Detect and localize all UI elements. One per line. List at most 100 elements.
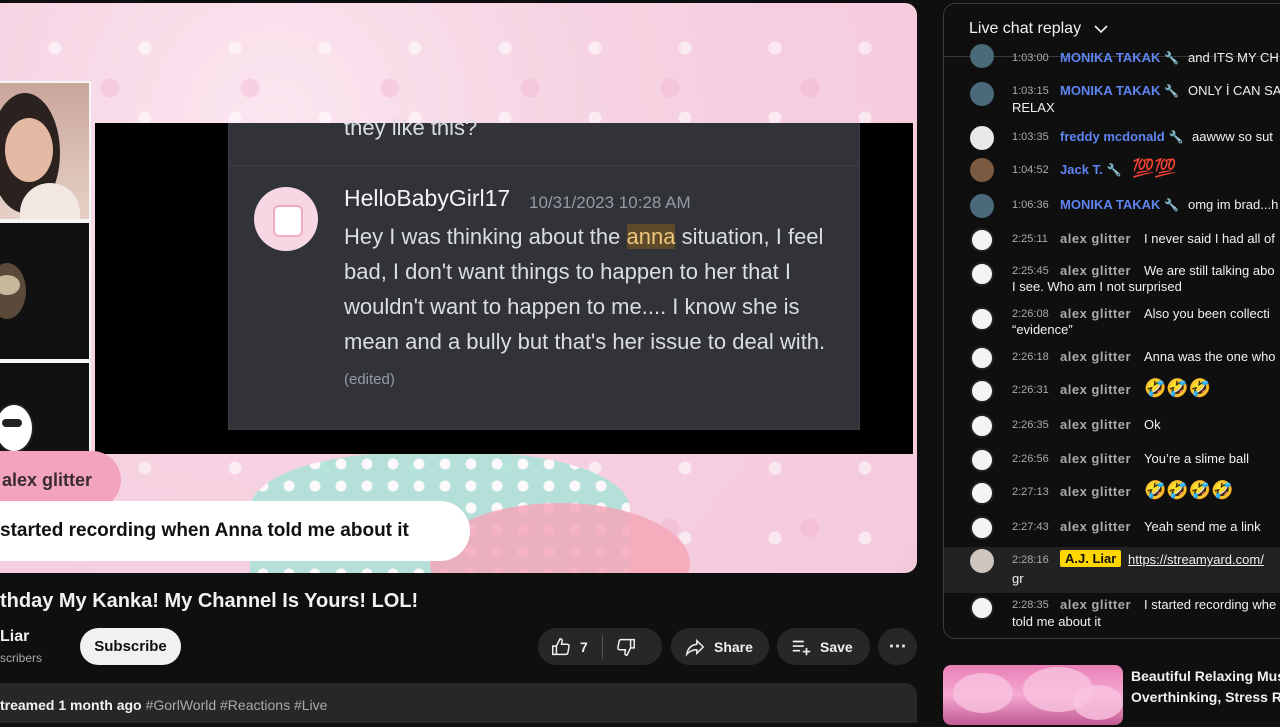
message-time: 2:26:18 [1012,351,1049,363]
author-name[interactable]: Jack T. 🔧 [1060,162,1122,177]
message-text: aawww so sut [1192,129,1273,144]
dislike-button[interactable] [603,636,637,658]
message-emoji: 🤣🤣🤣🤣 [1144,480,1234,500]
author-name[interactable]: alex glitter [1060,349,1131,364]
chat-message: 2:26:56 alex glitter You’re a slime ball [944,448,1280,472]
message-text: We are still talking abo [1144,263,1275,278]
message-text: ONLY İ CAN SA [1188,83,1280,98]
share-button[interactable]: Share [671,628,769,665]
author-name[interactable]: alex glitter [1060,484,1131,499]
message-time: 1:03:00 [1012,52,1049,64]
avatar [970,44,994,68]
owner-badge[interactable]: A.J. Liar [1060,550,1122,567]
author-name[interactable]: alex glitter [1060,519,1131,534]
message-text-continued: told me about it [1012,614,1101,629]
message-text-continued: I see. Who am I not surprised [1012,279,1182,294]
discord-username: HelloBabyGirl17 [344,185,511,211]
chat-message: 2:26:31 alex glitter 🤣🤣🤣 [944,378,1280,404]
author-name[interactable]: alex glitter [1060,451,1131,466]
wrench-icon: 🔧 [1164,198,1180,212]
message-time: 2:28:16 [1012,554,1049,566]
message-text: You’re a slime ball [1144,451,1250,466]
previous-message-text: they like this? [344,115,478,140]
author-name[interactable]: alex glitter [1060,263,1131,278]
message-time: 1:03:15 [1012,85,1049,97]
chat-message: 2:26:18 alex glitter Anna was the one wh… [944,346,1280,370]
avatar [970,126,994,150]
message-text: Anna was the one who [1144,349,1276,364]
thumbs-down-icon [616,638,635,656]
avatar [970,194,994,218]
chat-message: 2:26:35 alex glitter Ok [944,414,1280,438]
message-text: and ITS MY CH [1188,50,1279,65]
chat-message: 1:06:36 MONIKA TAKAK 🔧 omg im brad...h [944,194,1280,218]
more-actions-button[interactable]: ⋯ [878,628,917,665]
chat-message: 2:27:43 alex glitter Yeah send me a link [944,516,1280,540]
author-name[interactable]: alex glitter [1060,417,1131,432]
avatar [970,448,994,472]
message-link[interactable]: https://streamyard.com/ [1128,552,1264,567]
webcam-column [0,81,91,501]
author-name[interactable]: MONIKA TAKAK 🔧 [1060,197,1179,212]
hashtags[interactable]: #GorlWorld #Reactions #Live [146,697,328,713]
channel-name[interactable]: Liar [0,628,29,646]
chat-message: 1:03:00 MONIKA TAKAK 🔧 and ITS MY CH [944,44,1280,68]
chevron-down-icon[interactable] [1094,24,1108,34]
author-name[interactable]: alex glitter [1060,382,1131,397]
message-text-continued: gr [1012,571,1024,586]
author-name[interactable]: alex glitter [1060,306,1131,321]
subscribe-button[interactable]: Subscribe [80,628,181,665]
like-button[interactable]: 7 [538,628,588,665]
avatar [970,158,994,182]
avatar [970,414,994,438]
author-name[interactable]: MONIKA TAKAK 🔧 [1060,50,1179,65]
subscriber-count: scribers [0,651,43,665]
chat-mode-dropdown[interactable]: Live chat replay [969,20,1081,38]
message-time: 1:04:52 [1012,164,1049,176]
message-text-continued: RELAX [1012,100,1055,115]
like-count: 7 [580,638,588,655]
wrench-icon: 🔧 [1164,84,1180,98]
like-dislike-group: 7 [538,628,662,665]
avatar [970,516,994,540]
wrench-icon: 🔧 [1164,51,1180,65]
message-text: Yeah send me a link [1144,519,1261,534]
wrench-icon: 🔧 [1106,163,1122,177]
message-time: 1:06:36 [1012,199,1049,211]
webcam-guest-1 [0,221,91,361]
author-name[interactable]: alex glitter [1060,597,1131,612]
save-label: Save [820,638,853,655]
avatar [970,481,994,505]
avatar [970,379,994,403]
suggested-video-thumbnail[interactable] [943,665,1123,725]
thumbs-up-icon [552,637,570,655]
save-playlist-icon [792,640,811,655]
message-text: I never said I had all of [1144,231,1275,246]
message-time: 2:28:35 [1012,599,1049,611]
message-text: Ok [1144,417,1161,432]
stream-caption-banner: started recording when Anna told me abou… [0,501,470,561]
suggested-video-title[interactable]: Beautiful Relaxing Mus Overthinking, Str… [1131,666,1280,708]
chat-message: 2:25:11 alex glitter I never said I had … [944,228,1280,252]
webcam-host [0,81,91,221]
chat-message: 2:27:13 alex glitter 🤣🤣🤣🤣 [944,480,1280,506]
author-name[interactable]: freddy mcdonald 🔧 [1060,129,1184,144]
highlighted-word: anna [626,224,676,249]
save-button[interactable]: Save [777,628,870,665]
message-time: 2:27:13 [1012,486,1049,498]
chat-message: 2:25:45 alex glitter We are still talkin… [944,262,1280,298]
video-title: thday My Kanka! My Channel Is Yours! LOL… [0,590,419,612]
discord-message-text: Hey I was thinking about the anna situat… [344,224,826,388]
message-text: I started recording whe [1144,597,1277,612]
description-box[interactable]: treamed 1 month ago #GorlWorld #Reactions… [0,683,917,723]
discord-message-card: they like this? HelloBabyGirl17 10/31/20… [228,115,860,430]
author-name[interactable]: MONIKA TAKAK 🔧 [1060,83,1179,98]
avatar [970,82,994,106]
video-player[interactable]: they like this? HelloBabyGirl17 10/31/20… [0,3,917,573]
message-time: 2:26:35 [1012,419,1049,431]
author-name[interactable]: alex glitter [1060,231,1131,246]
message-emoji: 🤣🤣🤣 [1144,378,1212,398]
chat-message: 2:28:35 alex glitter I started recording… [944,596,1280,632]
message-text-continued: “evidence” [1012,322,1073,337]
message-text: Also you been collecti [1144,306,1270,321]
